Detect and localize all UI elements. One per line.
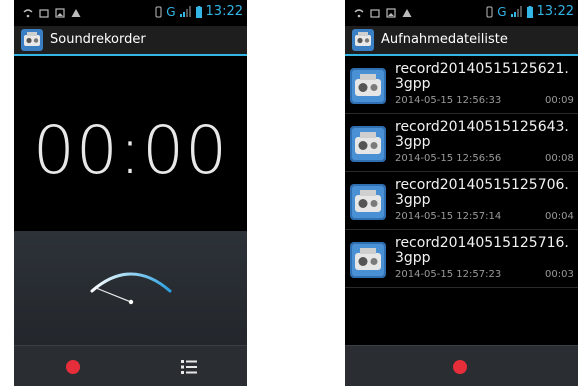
recorder-app-icon[interactable] [352,29,374,51]
recording-file-icon [350,242,386,278]
record-icon[interactable] [66,360,80,374]
timer-area: 00:00 [14,56,247,231]
status-bar: G 13:22 [345,0,578,26]
recording-list: record20140515125621.3gpp 2014-05-15 12:… [345,56,578,345]
vu-meter-icon [90,272,172,305]
page-title: Aufnahmedateiliste [381,32,508,47]
list-item[interactable]: record20140515125706.3gpp 2014-05-15 12:… [345,172,578,230]
file-date: 2014-05-15 12:57:14 [395,211,502,222]
vibrate-icon [155,6,162,17]
wifi-icon [354,9,364,18]
network-type: G [166,4,176,19]
notification-icons [354,7,412,19]
file-date: 2014-05-15 12:56:56 [395,153,502,164]
elapsed-timer: 00:00 [32,112,229,189]
file-date: 2014-05-15 12:56:33 [395,95,502,106]
list-item[interactable]: record20140515125643.3gpp 2014-05-15 12:… [345,114,578,172]
network-type: G [497,4,507,19]
vu-meter-area [14,231,247,345]
warning-icon [71,9,81,17]
recording-file-icon [350,68,386,104]
file-date: 2014-05-15 12:57:23 [395,269,502,280]
wifi-icon [23,9,33,18]
record-icon[interactable] [453,360,467,374]
status-right: G 13:22 [155,4,243,19]
bottom-toolbar [345,345,578,386]
image-icon [55,8,65,18]
file-duration: 00:09 [545,95,574,106]
page-title: Soundrekorder [50,32,146,47]
recorder-app-icon[interactable] [21,29,43,51]
recording-file-icon [350,184,386,220]
list-item[interactable]: record20140515125716.3gpp 2014-05-15 12:… [345,230,578,288]
battery-icon [526,5,533,18]
vibrate-icon [486,6,493,17]
action-bar: Soundrekorder [14,26,247,56]
action-bar: Aufnahmedateiliste [345,26,578,56]
file-duration: 00:08 [545,153,574,164]
list-item[interactable]: record20140515125621.3gpp 2014-05-15 12:… [345,56,578,114]
status-time: 13:22 [536,4,574,19]
file-name: record20140515125716.3gpp [395,235,569,266]
recording-file-icon [350,126,386,162]
signal-icon [179,6,191,17]
recorder-screen: G 13:22 Soundrekorder 00:00 [14,0,247,386]
list-icon[interactable] [181,360,197,374]
image-icon [386,8,396,18]
warning-icon [402,9,412,17]
status-right: G 13:22 [486,4,574,19]
file-name: record20140515125706.3gpp [395,177,569,208]
status-time: 13:22 [205,4,243,19]
recording-list-screen: G 13:22 Aufnahmedateiliste record2014051… [345,0,578,386]
file-name: record20140515125643.3gpp [395,119,569,150]
file-name: record20140515125621.3gpp [395,61,569,92]
signal-icon [510,6,522,17]
sd-card-icon [39,9,49,18]
file-duration: 00:04 [545,211,574,222]
battery-icon [195,5,202,18]
notification-icons [23,7,81,19]
file-duration: 00:03 [545,269,574,280]
bottom-toolbar [14,345,247,386]
status-bar: G 13:22 [14,0,247,26]
sd-card-icon [370,9,380,18]
